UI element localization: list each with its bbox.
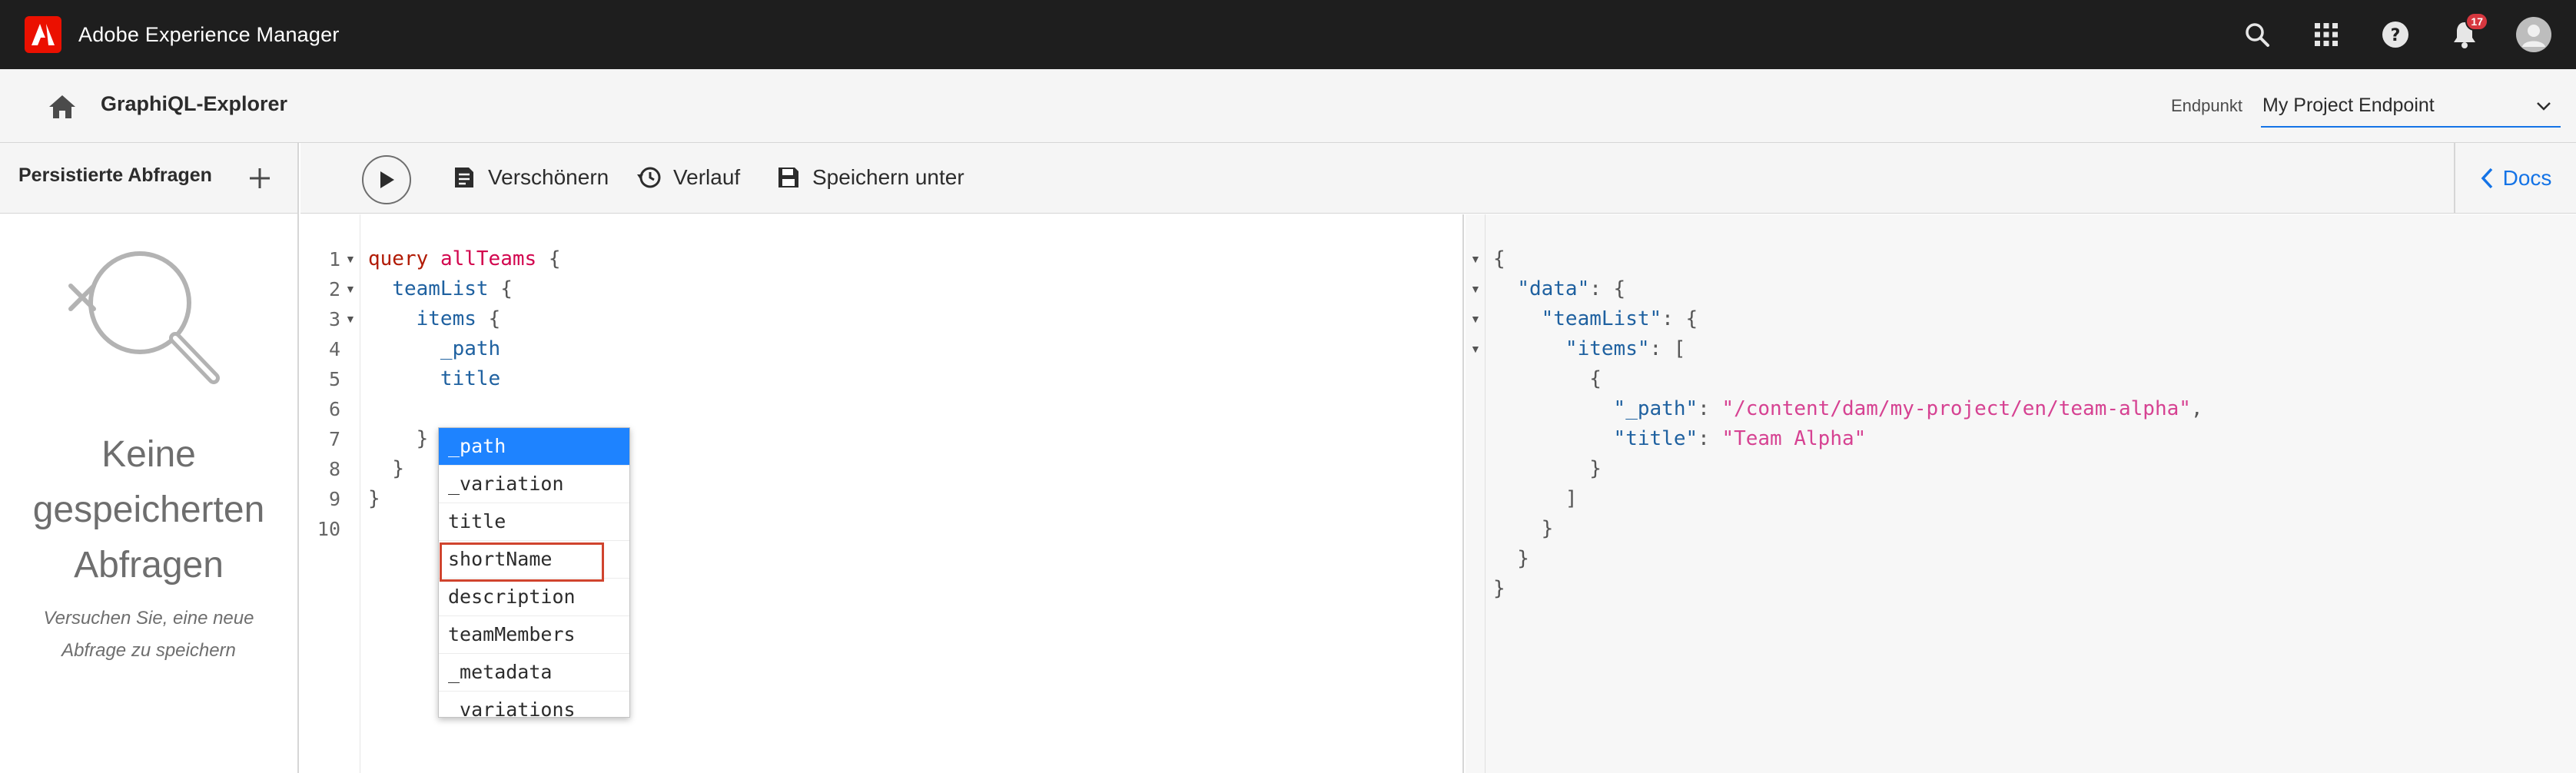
code-line: } [368, 487, 380, 510]
help-icon[interactable]: ? [2378, 17, 2413, 52]
history-button[interactable]: Verlauf [636, 164, 740, 191]
save-disk-icon [775, 164, 802, 191]
sidebar-title: Persistierte Abfragen [18, 164, 212, 186]
code-line: query allTeams { [368, 247, 561, 270]
search-icon[interactable] [2239, 17, 2275, 52]
editor-toolbar: Verschönern Verlauf Speichern unter Docs [300, 143, 2576, 214]
autocomplete-dropdown[interactable]: _path _variation title shortName descrip… [438, 427, 630, 718]
autocomplete-item[interactable]: _variation [439, 466, 629, 503]
history-clock-icon [636, 164, 662, 191]
execute-query-button[interactable] [362, 155, 411, 204]
save-as-button[interactable]: Speichern unter [775, 164, 964, 191]
empty-search-illustration-icon [68, 251, 220, 384]
fold-toggle-icon[interactable]: ▼ [1470, 274, 1481, 304]
code-line: _path [440, 337, 501, 360]
prettify-button[interactable]: Verschönern [451, 164, 609, 191]
autocomplete-item[interactable]: teamMembers [439, 616, 629, 654]
autocomplete-item[interactable]: title [439, 503, 629, 541]
home-icon [49, 95, 75, 118]
result-gutter: ▼ ▼ ▼ ▼ [1466, 214, 1486, 773]
code-line: teamList { [392, 277, 513, 300]
autocomplete-item[interactable]: _variations [439, 692, 629, 717]
prettify-label: Verschönern [488, 165, 609, 189]
fold-toggle-icon[interactable]: ▼ [345, 304, 356, 334]
line-number-gutter: 1 2 3 4 5 6 7 8 9 10 ▼ ▼ ▼ [300, 214, 360, 773]
result-line: } [1493, 457, 1602, 480]
adobe-logo-icon [25, 16, 61, 53]
result-line: "teamList": { [1541, 307, 1698, 330]
top-bar: Adobe Experience Manager ? 17 [0, 0, 2576, 69]
endpoint-select[interactable]: My Project Endpoint [2261, 85, 2561, 128]
fold-toggle-icon[interactable]: ▼ [345, 274, 356, 304]
result-line: } [1493, 547, 1529, 570]
result-viewer[interactable]: ▼ ▼ ▼ ▼ { "data": { "teamList": { "items… [1466, 214, 2576, 773]
result-line: } [1493, 577, 1505, 600]
page-title: GraphiQL-Explorer [101, 92, 288, 115]
result-line: { [1493, 247, 1505, 270]
code-line: } [392, 457, 404, 480]
notification-badge: 17 [2465, 12, 2488, 31]
chevron-down-icon [2537, 102, 2551, 111]
autocomplete-item[interactable]: description [439, 579, 629, 616]
empty-state-subtitle: Versuchen Sie, eine neue Abfrage zu spei… [43, 608, 254, 661]
svg-text:?: ? [2391, 26, 2401, 45]
fold-toggle-icon[interactable]: ▼ [345, 244, 356, 274]
code-line: } [416, 427, 429, 450]
notifications-bell-icon[interactable]: 17 [2447, 12, 2488, 52]
result-line: "items": [ [1565, 337, 1686, 360]
autocomplete-item[interactable]: _path [439, 428, 629, 466]
endpoint-label: Endpunkt [2171, 96, 2242, 115]
app-grid-icon[interactable] [2309, 17, 2344, 52]
result-line: "title": "Team Alpha" [1613, 427, 1867, 450]
code-line: title [440, 367, 501, 390]
result-line: ] [1493, 487, 1578, 510]
prettify-icon [451, 164, 477, 191]
fold-toggle-icon[interactable]: ▼ [1470, 244, 1481, 274]
result-line: { [1493, 367, 1602, 390]
autocomplete-item[interactable]: shortName [439, 541, 629, 579]
result-line: } [1493, 517, 1554, 540]
plus-icon [250, 168, 270, 188]
sidebar-header: Persistierte Abfragen [0, 143, 297, 214]
result-line: "data": { [1517, 277, 1626, 300]
endpoint-value: My Project Endpoint [2262, 94, 2435, 116]
persisted-queries-sidebar: Persistierte Abfragen Keine gespeicherte… [0, 143, 299, 773]
result-line: "_path": "/content/dam/my-project/en/tea… [1613, 397, 2203, 420]
save-as-label: Speichern unter [812, 165, 964, 189]
page-header: GraphiQL-Explorer Endpunkt My Project En… [0, 69, 2576, 143]
play-icon [380, 171, 394, 188]
user-avatar-icon[interactable] [2516, 17, 2551, 52]
fold-toggle-icon[interactable]: ▼ [1470, 334, 1481, 364]
add-query-button[interactable] [244, 163, 275, 194]
top-actions: ? 17 [2239, 0, 2576, 69]
fold-toggle-icon[interactable]: ▼ [1470, 304, 1481, 334]
docs-label: Docs [2502, 166, 2552, 190]
history-label: Verlauf [673, 165, 741, 189]
brand-name: Adobe Experience Manager [78, 22, 340, 46]
brand[interactable]: Adobe Experience Manager [25, 16, 340, 53]
code-line: items { [416, 307, 501, 330]
autocomplete-item[interactable]: _metadata [439, 654, 629, 692]
empty-state-title: Keine gespeicherten Abfragen [32, 434, 265, 586]
docs-button[interactable]: Docs [2454, 143, 2576, 214]
home-button[interactable] [45, 89, 80, 124]
chevron-left-icon [2481, 168, 2492, 189]
